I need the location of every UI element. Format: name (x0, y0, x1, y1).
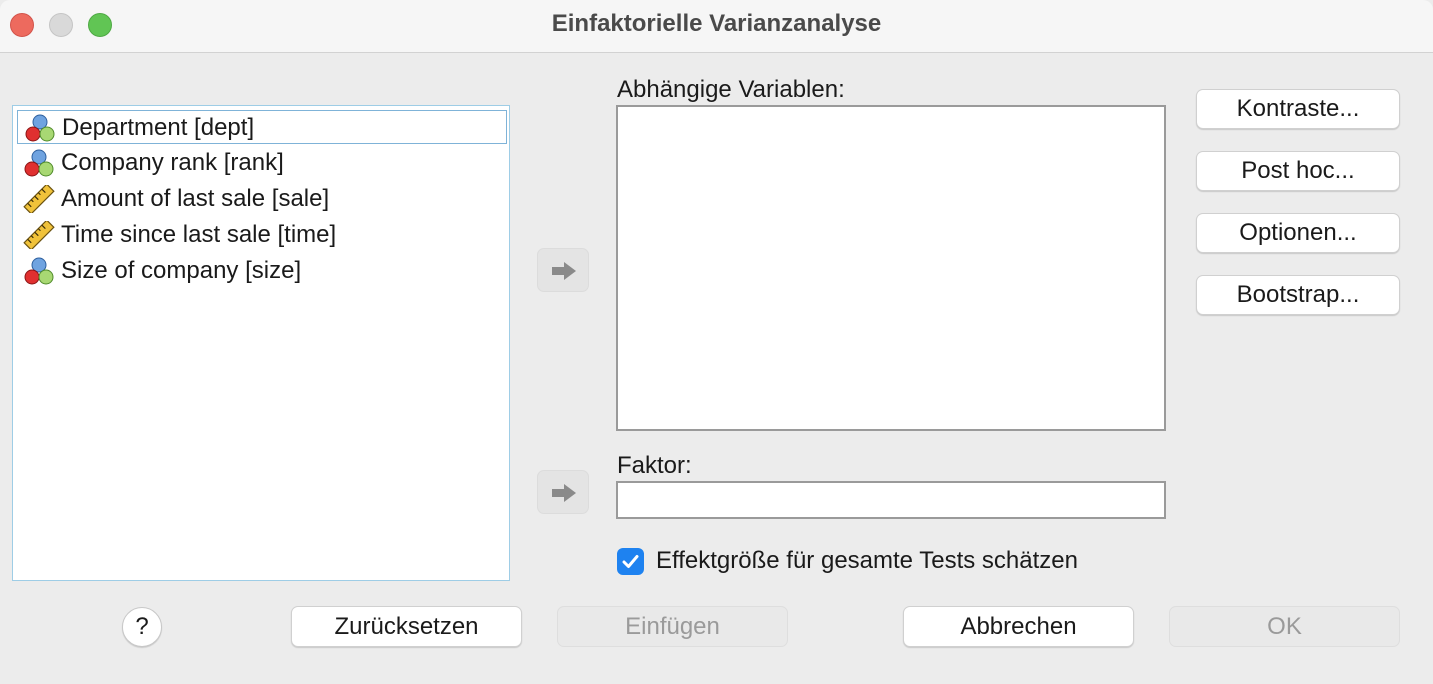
source-variable-list[interactable]: Department [dept] Company rank [rank] Am… (12, 105, 510, 581)
paste-button[interactable]: Einfügen (557, 606, 788, 647)
nominal-icon (24, 149, 54, 177)
nominal-icon (25, 114, 55, 142)
help-button[interactable]: ? (122, 607, 162, 647)
dependent-variables-label: Abhängige Variablen: (617, 76, 845, 103)
list-item[interactable]: Amount of last sale [sale] (17, 182, 507, 216)
list-item[interactable]: Department [dept] (17, 110, 507, 144)
options-button[interactable]: Optionen... (1196, 213, 1400, 253)
effect-size-label: Effektgröße für gesamte Tests schätzen (656, 547, 1078, 574)
scale-ruler-icon (23, 221, 55, 249)
effect-size-checkbox[interactable] (617, 548, 644, 575)
post-hoc-button[interactable]: Post hoc... (1196, 151, 1400, 191)
nominal-icon (24, 257, 54, 285)
cancel-button[interactable]: Abbrechen (903, 606, 1134, 647)
bootstrap-button[interactable]: Bootstrap... (1196, 275, 1400, 315)
factor-label: Faktor: (617, 452, 692, 479)
window-title: Einfaktorielle Varianzanalyse (551, 10, 882, 37)
list-item[interactable]: Size of company [size] (17, 254, 507, 288)
scale-ruler-icon (23, 185, 55, 213)
dependent-variables-list[interactable] (616, 105, 1166, 431)
arrow-right-icon (552, 262, 576, 280)
move-to-factor-button[interactable] (537, 470, 589, 514)
title-bar: Einfaktorielle Varianzanalyse (0, 0, 1433, 53)
variable-label: Size of company [size] (61, 257, 302, 284)
list-item[interactable]: Company rank [rank] (17, 146, 507, 180)
factor-field[interactable] (616, 481, 1166, 519)
arrow-right-icon (552, 484, 576, 502)
reset-button[interactable]: Zurücksetzen (291, 606, 522, 647)
variable-label: Amount of last sale [sale] (61, 185, 330, 212)
variable-label: Department [dept] (62, 114, 255, 141)
contrasts-button[interactable]: Kontraste... (1196, 89, 1400, 129)
variable-label: Time since last sale [time] (61, 221, 337, 248)
checkmark-icon (622, 555, 639, 568)
ok-button[interactable]: OK (1169, 606, 1400, 647)
variable-label: Company rank [rank] (61, 149, 284, 176)
move-to-dependent-button[interactable] (537, 248, 589, 292)
dialog-window: Einfaktorielle Varianzanalyse Department… (0, 0, 1433, 684)
list-item[interactable]: Time since last sale [time] (17, 218, 507, 252)
